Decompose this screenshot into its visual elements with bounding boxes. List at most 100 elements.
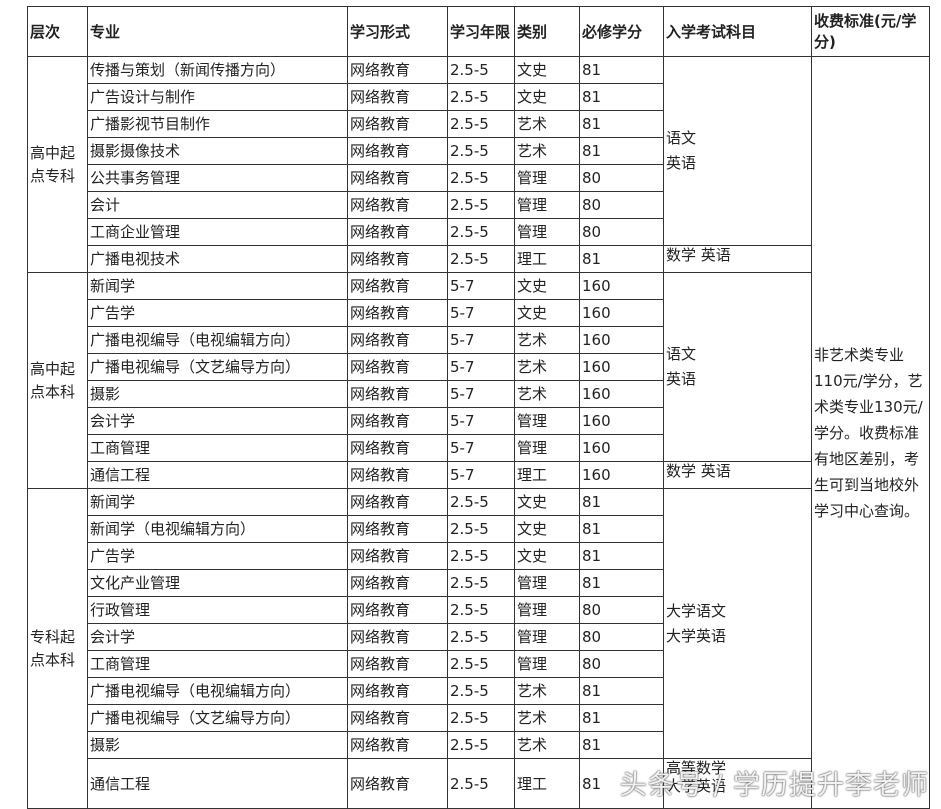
credits-cell: 81: [579, 488, 664, 516]
years-cell: 2.5-5: [447, 650, 515, 678]
credits-cell: 81: [579, 731, 664, 759]
major-cell: 新闻学（电视编辑方向）: [87, 515, 348, 543]
years-cell: 2.5-5: [447, 758, 515, 809]
form-cell: 网络教育: [347, 137, 448, 165]
major-cell: 摄影摄像技术: [87, 137, 348, 165]
exam-subject: 大学英语: [666, 626, 727, 645]
major-cell: 广播电视编导（电视编辑方向）: [87, 326, 348, 354]
credits-cell: 80: [579, 218, 664, 246]
category-cell: 管理: [514, 164, 580, 192]
credits-cell: 80: [579, 596, 664, 624]
credits-cell: 160: [579, 326, 664, 354]
major-cell: 广播影视节目制作: [87, 110, 348, 138]
form-cell: 网络教育: [347, 380, 448, 408]
form-cell: 网络教育: [347, 110, 448, 138]
credits-cell: 81: [579, 704, 664, 732]
major-cell: 广告学: [87, 542, 348, 570]
form-cell: 网络教育: [347, 245, 448, 273]
years-cell: 2.5-5: [447, 677, 515, 705]
form-cell: 网络教育: [347, 164, 448, 192]
credits-cell: 81: [579, 569, 664, 597]
form-cell: 网络教育: [347, 299, 448, 327]
credits-cell: 81: [579, 110, 664, 138]
years-cell: 2.5-5: [447, 110, 515, 138]
form-cell: 网络教育: [347, 677, 448, 705]
form-cell: 网络教育: [347, 650, 448, 678]
credits-cell: 80: [579, 623, 664, 651]
exam-subject: 英语: [666, 154, 697, 172]
category-cell: 艺术: [514, 380, 580, 408]
major-cell: 摄影: [87, 731, 348, 759]
years-cell: 2.5-5: [447, 569, 515, 597]
header-level: 层次: [27, 6, 88, 57]
table-row: 高中起点本科 新闻学 网络教育 5-7 文史 160 语文 英语: [27, 272, 930, 489]
major-cell: 会计: [87, 191, 348, 219]
exam-subject: 大学语文: [666, 601, 727, 620]
credits-cell: 160: [579, 380, 664, 408]
form-cell: 网络教育: [347, 434, 448, 462]
header-credits: 必修学分: [579, 6, 664, 57]
major-cell: 摄影: [87, 380, 348, 408]
exam-cell-last: 数学 英语: [663, 245, 812, 273]
category-cell: 文史: [514, 542, 580, 570]
years-cell: 2.5-5: [447, 218, 515, 246]
years-cell: 2.5-5: [447, 83, 515, 111]
years-cell: 5-7: [447, 434, 515, 462]
years-cell: 2.5-5: [447, 164, 515, 192]
years-cell: 2.5-5: [447, 515, 515, 543]
form-cell: 网络教育: [347, 731, 448, 759]
credits-cell: 160: [579, 461, 664, 489]
form-cell: 网络教育: [347, 353, 448, 381]
major-cell: 通信工程: [87, 461, 348, 489]
years-cell: 2.5-5: [447, 245, 515, 273]
level-cell: 高中起点专科: [27, 56, 88, 273]
category-cell: 艺术: [514, 137, 580, 165]
major-cell: 公共事务管理: [87, 164, 348, 192]
header-exam: 入学考试科目: [663, 6, 812, 57]
table-row: 广播电视技术 网络教育 2.5-5 理工 81 数学 英语: [28, 245, 930, 273]
form-cell: 网络教育: [347, 623, 448, 651]
credits-cell: 81: [579, 137, 664, 165]
category-cell: 管理: [514, 569, 580, 597]
major-cell: 广播电视编导（文艺编导方向）: [87, 704, 348, 732]
category-cell: 管理: [514, 407, 580, 435]
credits-cell: 80: [579, 164, 664, 192]
years-cell: 2.5-5: [447, 704, 515, 732]
form-cell: 网络教育: [347, 704, 448, 732]
form-cell: 网络教育: [347, 191, 448, 219]
category-cell: 理工: [514, 461, 580, 489]
major-cell: 行政管理: [87, 596, 348, 624]
category-cell: 艺术: [514, 110, 580, 138]
years-cell: 2.5-5: [447, 488, 515, 516]
exam-subject: 语文: [666, 345, 697, 363]
level-cell: 高中起点本科: [27, 272, 88, 489]
category-cell: 管理: [514, 596, 580, 624]
years-cell: 2.5-5: [447, 596, 515, 624]
category-cell: 文史: [514, 488, 580, 516]
category-cell: 文史: [514, 56, 580, 84]
form-cell: 网络教育: [347, 218, 448, 246]
exam-cell: 大学语文 大学英语: [663, 488, 812, 759]
major-cell: 广播电视技术: [87, 245, 348, 273]
years-cell: 2.5-5: [447, 542, 515, 570]
major-cell: 广告学: [87, 299, 348, 327]
exam-subject: 英语: [666, 370, 697, 388]
credits-cell: 81: [579, 758, 664, 809]
credits-cell: 81: [579, 677, 664, 705]
major-cell: 广播电视编导（文艺编导方向）: [87, 353, 348, 381]
years-cell: 2.5-5: [447, 731, 515, 759]
form-cell: 网络教育: [347, 461, 448, 489]
form-cell: 网络教育: [347, 569, 448, 597]
credits-cell: 160: [579, 353, 664, 381]
header-row: 层次 专业 学习形式 学习年限 类别 必修学分 入学考试科目 收费标准(元/学分…: [27, 6, 930, 57]
category-cell: 艺术: [514, 353, 580, 381]
form-cell: 网络教育: [347, 407, 448, 435]
category-cell: 管理: [514, 191, 580, 219]
years-cell: 5-7: [447, 461, 515, 489]
form-cell: 网络教育: [347, 596, 448, 624]
form-cell: 网络教育: [347, 758, 448, 809]
major-cell: 新闻学: [87, 488, 348, 516]
years-cell: 5-7: [447, 380, 515, 408]
header-category: 类别: [514, 6, 580, 57]
category-cell: 艺术: [514, 704, 580, 732]
